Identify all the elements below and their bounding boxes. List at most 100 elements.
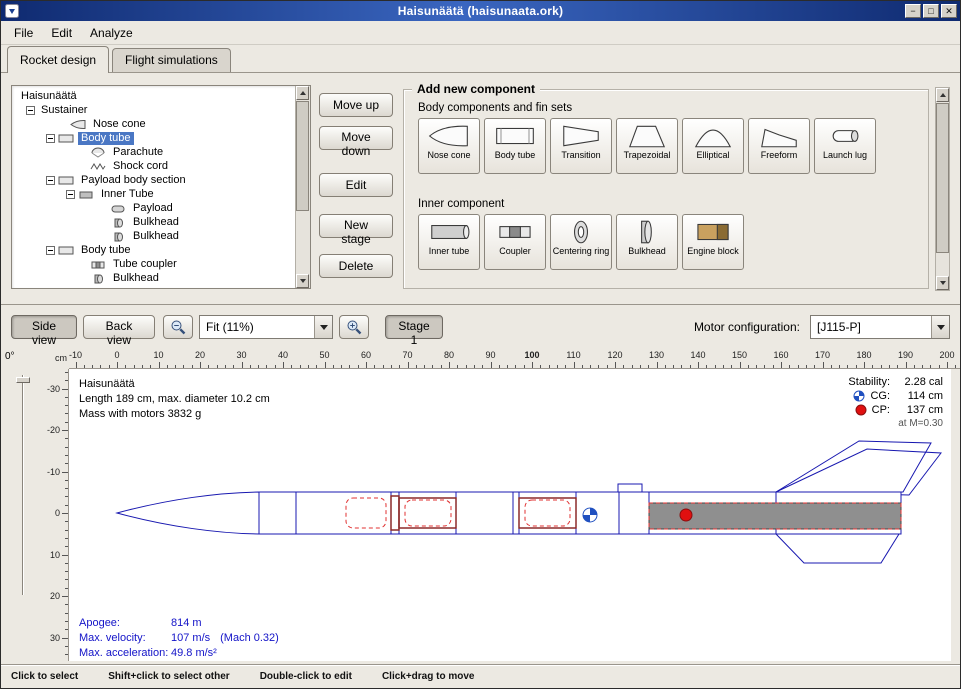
fin-upper[interactable] [776,441,931,492]
ruler-tick [225,365,226,368]
add-freeform-fin-button[interactable]: Freeform [748,118,810,174]
ruler-label: 190 [898,350,913,360]
slider-thumb[interactable] [16,377,30,383]
motor-configuration-select[interactable]: [J115-P] [810,315,950,339]
ruler-tick [65,521,68,522]
ruler-tick [773,365,774,368]
tree-item-body-tube-2[interactable]: Body tube [12,243,294,257]
edit-button[interactable]: Edit [319,173,393,197]
tree-item-shock-cord[interactable]: Shock cord [12,159,294,173]
tree-item-bulkhead[interactable]: Bulkhead [12,215,294,229]
launch-lug-shape[interactable] [618,484,642,492]
add-inner-tube-button[interactable]: Inner tube [418,214,480,270]
body-tube-icon [58,175,75,186]
ruler-label: 120 [607,350,622,360]
add-nose-cone-button[interactable]: Nose cone [418,118,480,174]
scrollbar-thumb[interactable] [936,103,949,253]
title-bar[interactable]: Haisunäätä (haisunaata.ork) − □ ✕ [1,1,960,21]
tree-item-body-tube[interactable]: Body tube [12,131,294,145]
menu-file[interactable]: File [5,23,42,43]
tree-item-nose-cone[interactable]: Nose cone [12,117,294,131]
menu-analyze[interactable]: Analyze [81,23,142,43]
ruler-tick [557,365,558,368]
collapse-icon[interactable] [66,190,75,199]
scrollbar-thumb[interactable] [296,101,309,211]
ruler-tick [457,365,458,368]
tree-item-stage[interactable]: Sustainer [12,103,294,117]
ruler-tick [424,365,425,368]
zoom-level-value: Fit (11%) [200,316,314,338]
ruler-tick [897,365,898,368]
side-view-button[interactable]: Side view [11,315,77,339]
ruler-tick [532,362,533,368]
tree-item-bulkhead-3[interactable]: Bulkhead [12,271,294,285]
scroll-up-button[interactable] [296,86,309,100]
chevron-down-icon[interactable] [314,316,332,338]
add-elliptical-fin-button[interactable]: Elliptical [682,118,744,174]
stage-1-toggle[interactable]: Stage 1 [385,315,443,339]
tree-item-tube-coupler[interactable]: Tube coupler [12,257,294,271]
collapse-icon[interactable] [46,134,55,143]
rocket-design-panel: Haisunäätä Sustainer Nose cone Body tube [1,73,960,305]
tree-item-parachute[interactable]: Parachute [12,145,294,159]
tree-item-bulkhead[interactable]: Bulkhead [12,229,294,243]
collapse-icon[interactable] [26,106,35,115]
rotation-slider[interactable] [13,371,33,621]
move-up-button[interactable]: Move up [319,93,393,117]
ruler-tick [192,365,193,368]
ruler-tick [607,365,608,368]
back-view-button[interactable]: Back view [83,315,155,339]
ruler-tick [65,546,68,547]
scroll-down-button[interactable] [936,276,949,290]
ruler-tick [92,365,93,368]
trapezoidal-fin-icon [625,122,669,150]
add-body-tube-button[interactable]: Body tube [484,118,546,174]
component-panel-scrollbar[interactable] [935,87,950,291]
triangle-up-icon [300,91,306,95]
rocket-canvas[interactable]: Haisunäätä Length 189 cm, max. diameter … [69,369,951,661]
zoom-out-button[interactable] [163,315,193,339]
add-transition-button[interactable]: Transition [550,118,612,174]
tree-item-payload[interactable]: Payload [12,201,294,215]
new-stage-button[interactable]: New stage [319,214,393,238]
tree-scrollbar[interactable] [295,86,310,288]
close-button[interactable]: ✕ [941,4,957,18]
tab-flight-simulations[interactable]: Flight simulations [112,48,231,72]
tab-rocket-design[interactable]: Rocket design [7,46,109,73]
group-title: Add new component [412,82,540,96]
ruler-tick [167,365,168,368]
delete-button[interactable]: Delete [319,254,393,278]
add-launch-lug-button[interactable]: Launch lug [814,118,876,174]
minimize-button[interactable]: − [905,4,921,18]
fin-lower[interactable] [776,534,899,563]
move-down-button[interactable]: Move down [319,126,393,150]
ruler-tick [740,362,741,368]
ruler-tick [65,604,68,605]
tree-item-rocket[interactable]: Haisunäätä [12,89,294,103]
tree-item-payload-body-section[interactable]: Payload body section [12,173,294,187]
ruler-tick [308,365,309,368]
add-bulkhead-button[interactable]: Bulkhead [616,214,678,270]
collapse-icon[interactable] [46,176,55,185]
ruler-tick [62,430,68,431]
zoom-in-button[interactable] [339,315,369,339]
ruler-tick [432,365,433,368]
add-coupler-button[interactable]: Coupler [484,214,546,270]
add-engine-block-button[interactable]: Engine block [682,214,744,270]
ruler-tick [65,372,68,373]
chevron-down-icon[interactable] [931,316,949,338]
add-centering-ring-button[interactable]: Centering ring [550,214,612,270]
ruler-tick [798,365,799,368]
scroll-down-button[interactable] [296,274,309,288]
zoom-level-select[interactable]: Fit (11%) [199,315,333,339]
ruler-tick [482,365,483,368]
maximize-button[interactable]: □ [923,4,939,18]
menu-bar: File Edit Analyze [1,21,960,45]
bulkhead-icon [625,218,669,246]
collapse-icon[interactable] [46,246,55,255]
tree-item-inner-tube[interactable]: Inner Tube [12,187,294,201]
nose-cone-shape[interactable] [117,492,259,534]
add-trapezoidal-fin-button[interactable]: Trapezoidal [616,118,678,174]
scroll-up-button[interactable] [936,88,949,102]
menu-edit[interactable]: Edit [42,23,81,43]
